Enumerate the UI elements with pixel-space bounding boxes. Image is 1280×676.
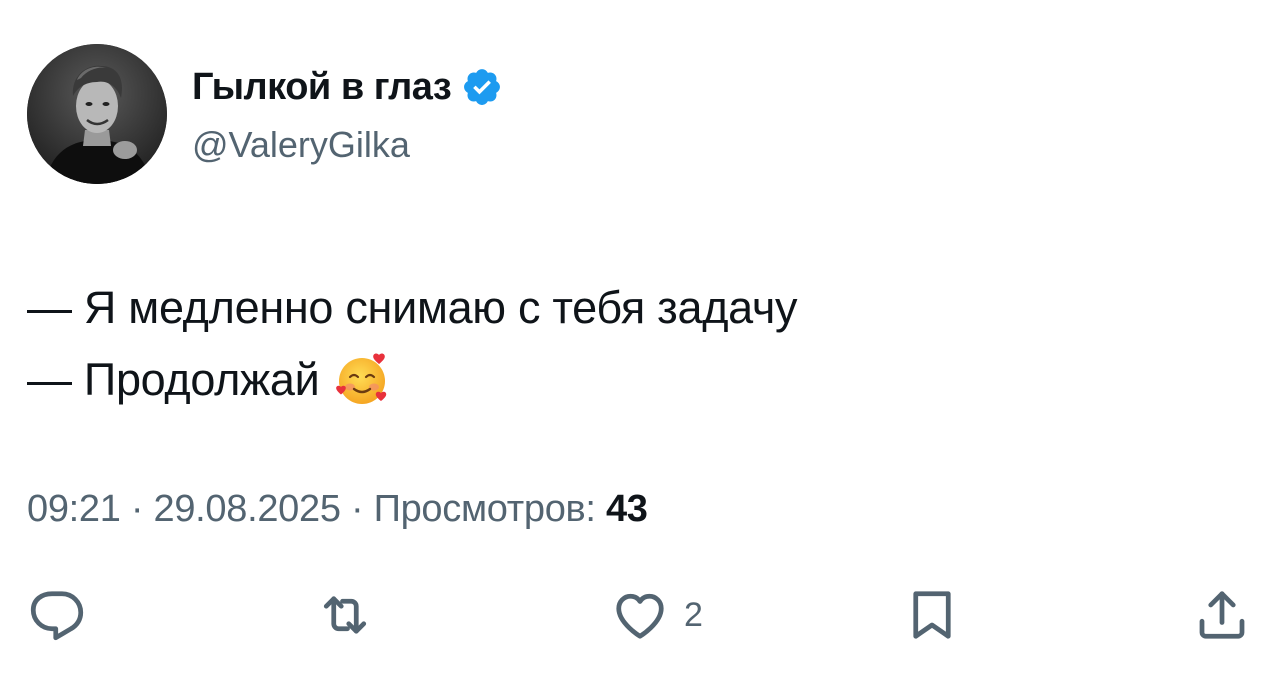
tweet-line-1: — Я медленно снимаю с тебя задачу xyxy=(27,282,798,333)
share-button[interactable] xyxy=(1192,586,1252,644)
reply-icon xyxy=(30,591,84,641)
share-icon xyxy=(1199,591,1245,639)
tweet-line-2-text: — Продолжай xyxy=(27,354,320,405)
heart-icon xyxy=(616,593,664,639)
bookmark-icon xyxy=(913,591,951,639)
meta-separator-2: · xyxy=(350,488,364,530)
bookmark-button[interactable] xyxy=(902,586,962,644)
author-display-name[interactable]: Гылкой в глаз xyxy=(192,66,452,109)
author-handle[interactable]: @ValeryGilka xyxy=(192,124,410,166)
retweet-icon xyxy=(323,596,367,634)
smiling-face-with-hearts-emoji xyxy=(333,351,391,409)
tweet-line-2: — Продолжай xyxy=(27,344,797,416)
like-button[interactable]: 2 xyxy=(610,586,703,644)
tweet-meta: 09:21 · 29.08.2025 · Просмотров: 43 xyxy=(27,488,648,531)
author-avatar[interactable] xyxy=(27,44,167,184)
tweet-text: — Я медленно снимаю с тебя задачу — Прод… xyxy=(27,272,798,416)
tweet-date[interactable]: 29.08.2025 xyxy=(153,488,340,530)
author-name-row: Гылкой в глаз xyxy=(192,62,503,112)
reply-button[interactable] xyxy=(27,586,87,644)
meta-separator-1: · xyxy=(130,488,144,530)
retweet-button[interactable] xyxy=(312,586,378,644)
views-label: Просмотров: xyxy=(373,488,596,530)
tweet-time[interactable]: 09:21 xyxy=(27,488,121,530)
like-count: 2 xyxy=(684,595,703,634)
verified-badge-icon[interactable] xyxy=(461,66,503,108)
views-count: 43 xyxy=(605,488,648,530)
